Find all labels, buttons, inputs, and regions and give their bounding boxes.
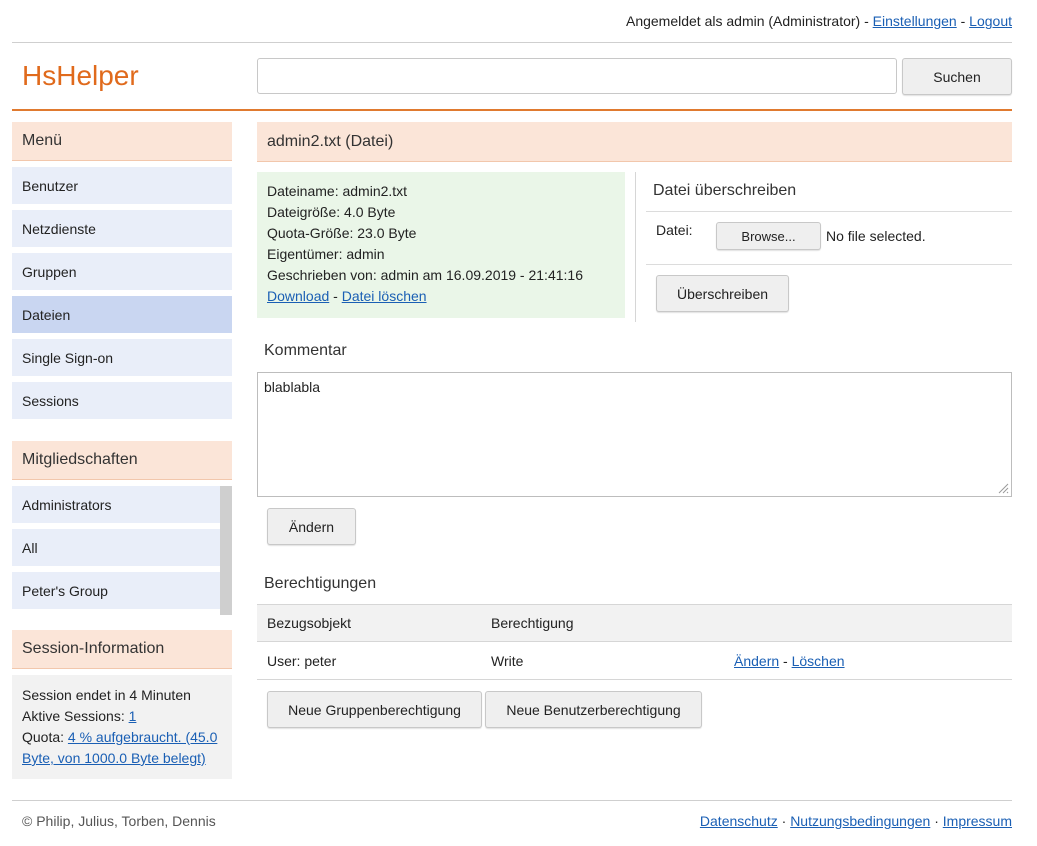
header: HsHelper Suchen	[12, 43, 1012, 111]
comment-heading: Kommentar	[264, 342, 347, 359]
resize-handle-icon[interactable]	[997, 482, 1009, 494]
session-ends-text: Session endet in 4 Minuten	[22, 687, 191, 703]
footer: © Philip, Julius, Torben, Dennis Datensc…	[12, 800, 1012, 840]
no-file-selected-text: No file selected.	[826, 228, 926, 244]
footer-links: Datenschutz · Nutzungsbedingungen · Impr…	[700, 813, 1012, 829]
permissions-table: Bezugsobjekt Berechtigung User: peter Wr…	[257, 604, 1012, 680]
separator: -	[329, 288, 342, 304]
search-input[interactable]	[257, 58, 897, 94]
settings-link[interactable]: Einstellungen	[873, 13, 957, 29]
vertical-divider	[635, 172, 636, 322]
divider	[646, 264, 1012, 265]
column-header-subject: Bezugsobjekt	[267, 615, 352, 631]
sidebar-item-gruppen[interactable]: Gruppen	[12, 253, 232, 290]
new-group-permission-button[interactable]: Neue Gruppenberechtigung	[267, 691, 482, 728]
session-info-box: Session endet in 4 Minuten Aktive Sessio…	[12, 675, 232, 779]
file-actions: Download - Datei löschen	[267, 286, 615, 307]
separator: -	[956, 13, 970, 29]
file-owner: Eigentümer: admin	[267, 246, 385, 262]
sidebar-item-single-sign-on[interactable]: Single Sign-on	[12, 339, 232, 376]
table-header-row: Bezugsobjekt Berechtigung	[257, 604, 1012, 642]
overwrite-heading: Datei überschreiben	[653, 182, 797, 199]
table-row: User: peter Write Ändern - Löschen	[257, 642, 1012, 680]
session-info-heading: Session-Information	[12, 630, 232, 669]
divider	[646, 211, 1012, 212]
quota-label: Quota:	[22, 729, 68, 745]
change-comment-button[interactable]: Ändern	[267, 508, 356, 545]
permission-actions: Ändern - Löschen	[724, 653, 845, 669]
page-title: admin2.txt (Datei)	[257, 122, 1012, 162]
sidebar-item-sessions[interactable]: Sessions	[12, 382, 232, 419]
permissions-heading: Berechtigungen	[264, 575, 377, 592]
imprint-link[interactable]: Impressum	[943, 813, 1012, 829]
quota-line: Quota: 4 % aufgebraucht. (45.0 Byte, von…	[22, 727, 222, 769]
comment-textarea[interactable]: blablabla	[257, 372, 1012, 497]
browse-button[interactable]: Browse...	[716, 222, 821, 250]
copyright-text: © Philip, Julius, Torben, Dennis	[22, 812, 216, 829]
main-content: admin2.txt (Datei) Dateiname: admin2.txt…	[257, 122, 1012, 728]
active-sessions-line: Aktive Sessions: 1	[22, 706, 222, 727]
permission-value: Write	[491, 652, 524, 669]
comment-text: blablabla	[264, 379, 321, 395]
separator: -	[779, 652, 792, 669]
file-field-label: Datei:	[656, 222, 693, 238]
separator: -	[860, 13, 873, 29]
logged-in-text: Angemeldet als admin (Administrator)	[625, 13, 861, 29]
file-size: Dateigröße: 4.0 Byte	[267, 204, 396, 220]
overwrite-button[interactable]: Überschreiben	[656, 275, 789, 312]
app-logo[interactable]: HsHelper	[22, 60, 139, 92]
edit-permission-link[interactable]: Ändern	[734, 653, 779, 669]
written-by: Geschrieben von: admin am 16.09.2019 - 2…	[267, 267, 583, 283]
active-sessions-label: Aktive Sessions:	[22, 708, 129, 724]
separator: ·	[930, 812, 943, 829]
membership-item-peters-group[interactable]: Peter's Group	[12, 572, 220, 609]
memberships-list: Administrators All Peter's Group	[12, 486, 232, 615]
permission-subject: User: peter	[267, 652, 337, 669]
separator: ·	[777, 812, 791, 829]
terms-link[interactable]: Nutzungsbedingungen	[790, 813, 930, 829]
file-name: Dateiname: admin2.txt	[267, 183, 408, 199]
memberships-heading: Mitgliedschaften	[12, 441, 232, 480]
menu-heading: Menü	[12, 122, 232, 161]
sidebar-item-benutzer[interactable]: Benutzer	[12, 167, 232, 204]
delete-permission-link[interactable]: Löschen	[792, 653, 845, 669]
memberships-scrollbar[interactable]	[220, 486, 232, 615]
membership-item-all[interactable]: All	[12, 529, 220, 566]
search-button[interactable]: Suchen	[902, 58, 1012, 95]
delete-file-link[interactable]: Datei löschen	[342, 288, 427, 304]
sidebar-item-dateien[interactable]: Dateien	[12, 296, 232, 333]
download-link[interactable]: Download	[267, 288, 329, 304]
column-header-permission: Berechtigung	[491, 615, 574, 631]
privacy-link[interactable]: Datenschutz	[700, 813, 778, 829]
logout-link[interactable]: Logout	[969, 13, 1012, 29]
file-info-box: Dateiname: admin2.txt Dateigröße: 4.0 By…	[257, 172, 625, 318]
sidebar: Menü Benutzer Netzdienste Gruppen Dateie…	[12, 122, 232, 779]
top-bar: Angemeldet als admin (Administrator) - E…	[12, 0, 1012, 43]
new-user-permission-button[interactable]: Neue Benutzerberechtigung	[485, 691, 702, 728]
sidebar-item-netzdienste[interactable]: Netzdienste	[12, 210, 232, 247]
active-sessions-link[interactable]: 1	[129, 708, 137, 724]
quota-size: Quota-Größe: 23.0 Byte	[267, 225, 417, 241]
membership-item-administrators[interactable]: Administrators	[12, 486, 220, 523]
